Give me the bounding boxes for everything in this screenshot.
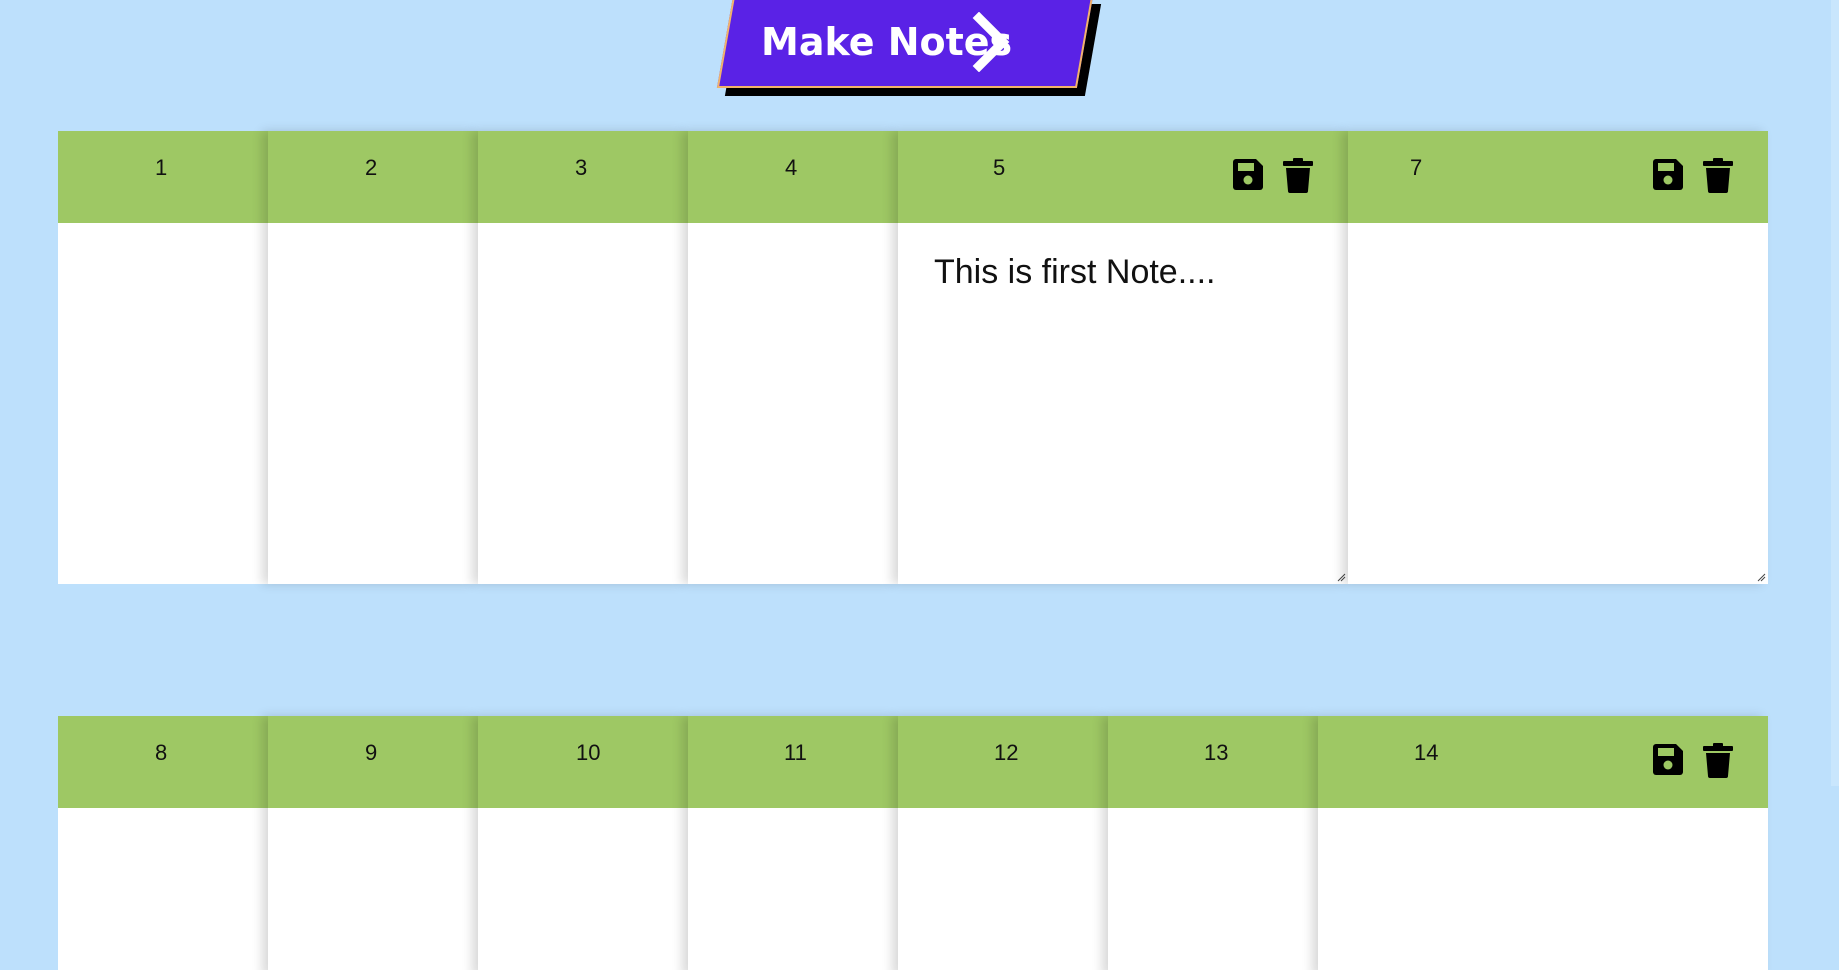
note-tools (1650, 742, 1736, 778)
note-header: 4 (688, 131, 898, 223)
note-number: 8 (155, 740, 168, 765)
note-tools (1230, 157, 1316, 193)
note-number: 13 (1204, 740, 1229, 765)
note-header: 2 (268, 131, 478, 223)
note-number: 10 (576, 740, 601, 765)
note-card-5[interactable]: 5 This is first Note.... (898, 131, 1348, 584)
note-number: 12 (994, 740, 1019, 765)
trash-icon[interactable] (1700, 742, 1736, 778)
note-number: 14 (1414, 740, 1439, 765)
note-card-2[interactable]: 2 (268, 131, 478, 584)
note-card-7[interactable]: 7 (1348, 131, 1768, 584)
note-card-12[interactable]: 12 (898, 716, 1108, 970)
note-card-9[interactable]: 9 (268, 716, 478, 970)
note-textarea[interactable] (688, 808, 898, 970)
note-header: 11 (688, 716, 898, 808)
note-header: 1 (58, 131, 268, 223)
note-card-11[interactable]: 11 (688, 716, 898, 970)
note-header: 12 (898, 716, 1108, 808)
note-textarea[interactable] (1318, 808, 1768, 970)
note-header: 8 (58, 716, 268, 808)
floppy-disk-icon[interactable] (1650, 157, 1686, 193)
note-header: 14 (1318, 716, 1768, 808)
note-header: 3 (478, 131, 688, 223)
note-textarea[interactable]: This is first Note.... (898, 223, 1348, 584)
note-number: 2 (365, 155, 378, 180)
note-card-13[interactable]: 13 (1108, 716, 1318, 970)
note-textarea[interactable] (58, 223, 268, 584)
notes-row-2: 8 9 10 11 12 13 14 (58, 716, 1768, 970)
note-header: 9 (268, 716, 478, 808)
note-textarea[interactable] (268, 223, 478, 584)
note-card-14[interactable]: 14 (1318, 716, 1768, 970)
notes-row-1: 1 2 3 4 5 This is first Note.... 7 (58, 131, 1768, 584)
note-card-4[interactable]: 4 (688, 131, 898, 584)
trash-icon[interactable] (1700, 157, 1736, 193)
note-header: 5 (898, 131, 1348, 223)
note-textarea[interactable] (898, 808, 1108, 970)
note-card-10[interactable]: 10 (478, 716, 688, 970)
note-number: 9 (365, 740, 378, 765)
note-card-3[interactable]: 3 (478, 131, 688, 584)
note-textarea[interactable] (1108, 808, 1318, 970)
floppy-disk-icon[interactable] (1230, 157, 1266, 193)
trash-icon[interactable] (1280, 157, 1316, 193)
notes-page: Make Notes 1 2 3 4 5 This is first Note.… (0, 0, 1839, 970)
note-number: 11 (784, 740, 807, 765)
note-textarea[interactable] (688, 223, 898, 584)
note-textarea[interactable] (58, 808, 268, 970)
scrollbar-track[interactable] (1831, 0, 1839, 786)
note-text: This is first Note.... (934, 253, 1216, 291)
note-textarea[interactable] (478, 223, 688, 584)
note-card-1[interactable]: 1 (58, 131, 268, 584)
note-number: 5 (993, 155, 1006, 180)
floppy-disk-icon[interactable] (1650, 742, 1686, 778)
note-header: 13 (1108, 716, 1318, 808)
resize-handle-icon[interactable] (1756, 572, 1766, 582)
make-notes-button[interactable]: Make Notes (716, 0, 1102, 96)
note-card-8[interactable]: 8 (58, 716, 268, 970)
note-tools (1650, 157, 1736, 193)
note-textarea[interactable] (268, 808, 478, 970)
note-header: 7 (1348, 131, 1768, 223)
note-number: 3 (575, 155, 588, 180)
note-number: 4 (785, 155, 798, 180)
note-number: 1 (155, 155, 168, 180)
note-textarea[interactable] (1348, 223, 1768, 584)
resize-handle-icon[interactable] (1336, 572, 1346, 582)
note-header: 10 (478, 716, 688, 808)
chevron-right-icon (972, 12, 1010, 72)
note-textarea[interactable] (478, 808, 688, 970)
note-number: 7 (1410, 155, 1423, 180)
